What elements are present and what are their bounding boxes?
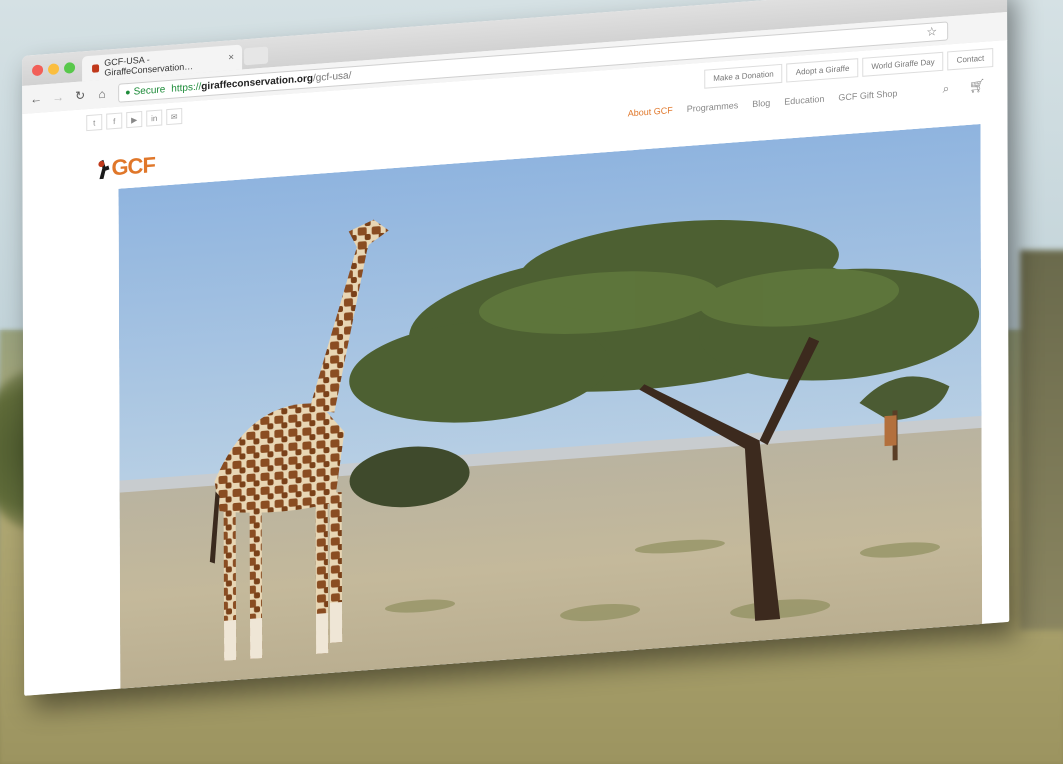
cart-icon[interactable]: 🛒︎ <box>969 78 986 95</box>
reload-icon[interactable]: ↻ <box>72 88 88 103</box>
bookmark-star-icon[interactable]: ☆ <box>926 24 937 39</box>
email-icon[interactable]: ✉ <box>166 107 183 126</box>
nav-about[interactable]: About GCF <box>628 105 673 118</box>
nav-programmes[interactable]: Programmes <box>687 100 739 114</box>
web-page: t f ▶ in ✉ Make a Donation Adopt a Giraf… <box>22 39 1010 696</box>
forward-icon[interactable]: → <box>50 90 66 105</box>
back-icon[interactable]: ← <box>28 91 44 106</box>
nav-gift-shop[interactable]: GCF Gift Shop <box>838 88 897 102</box>
url-host: giraffeconservation.org <box>201 72 314 93</box>
site-logo[interactable]: GCF <box>97 152 155 181</box>
youtube-icon[interactable]: ▶ <box>126 110 143 129</box>
new-tab-button[interactable] <box>244 46 269 66</box>
facebook-icon[interactable]: f <box>106 112 123 130</box>
donate-button[interactable]: Make a Donation <box>704 63 783 89</box>
minimize-window-button[interactable] <box>48 63 60 76</box>
world-giraffe-day-button[interactable]: World Giraffe Day <box>862 51 944 77</box>
nav-education[interactable]: Education <box>784 94 824 107</box>
adopt-giraffe-button[interactable]: Adopt a Giraffe <box>786 58 859 83</box>
favicon-icon <box>92 63 100 73</box>
lock-icon: ● <box>125 86 131 98</box>
browser-window: GCF-USA - GiraffeConservation… × ← → ↻ ⌂… <box>22 0 1010 696</box>
main-nav: About GCF Programmes Blog Education GCF … <box>628 88 898 118</box>
search-icon[interactable]: ⌕ <box>943 81 950 97</box>
contact-button[interactable]: Contact <box>947 47 994 71</box>
maximize-window-button[interactable] <box>64 62 76 74</box>
linkedin-icon[interactable]: in <box>146 109 163 127</box>
giraffe-logo-icon <box>97 157 111 180</box>
twitter-icon[interactable]: t <box>86 113 103 132</box>
close-window-button[interactable] <box>32 64 44 77</box>
hero-image <box>118 123 983 696</box>
nav-blog[interactable]: Blog <box>752 98 770 109</box>
url-protocol: https:// <box>171 81 202 95</box>
url-path: /gcf-usa/ <box>312 69 352 84</box>
logo-text: GCF <box>111 152 155 181</box>
close-tab-icon[interactable]: × <box>228 52 234 63</box>
social-links: t f ▶ in ✉ <box>86 107 183 132</box>
secure-label: Secure <box>133 83 166 98</box>
background-hill <box>1020 250 1063 630</box>
home-icon[interactable]: ⌂ <box>94 86 110 102</box>
